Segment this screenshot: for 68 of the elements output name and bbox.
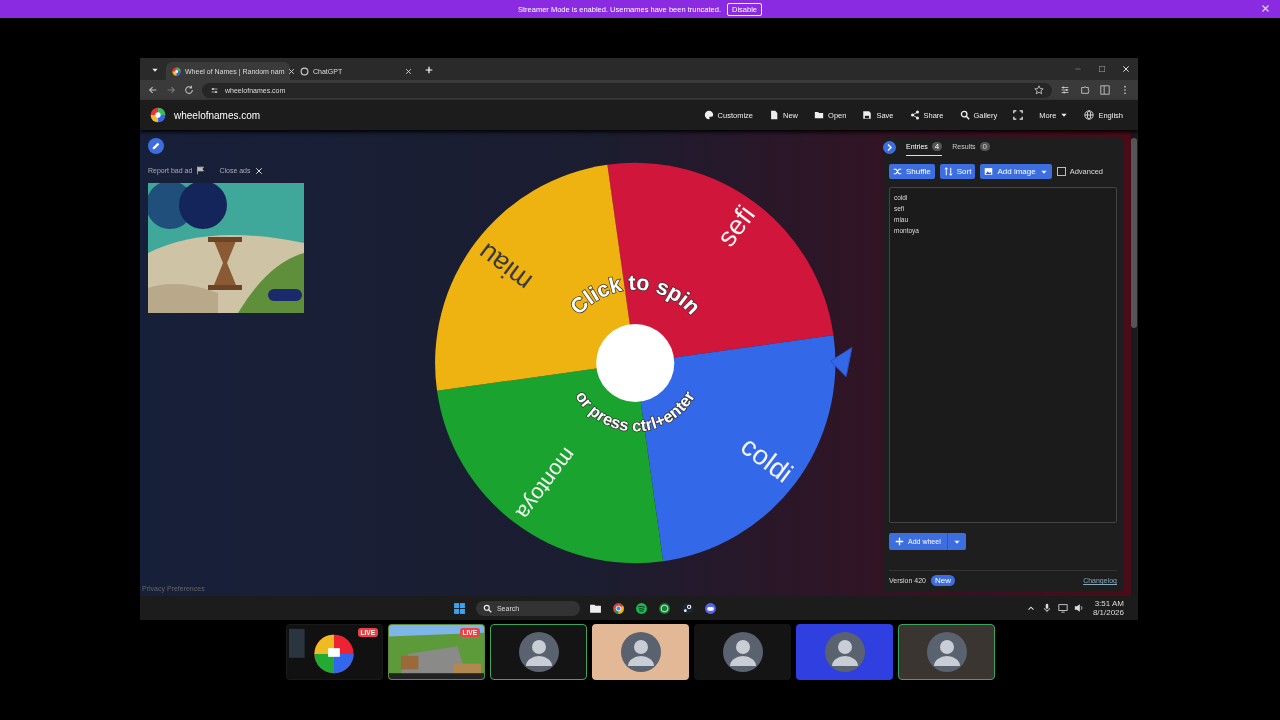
spin-prompt[interactable]: Click to spin [565, 270, 705, 320]
avatar-icon [620, 632, 661, 672]
restore-icon [1098, 65, 1106, 73]
share-icon [909, 110, 920, 120]
segment-label: coldi [735, 430, 799, 489]
palette-icon [703, 110, 714, 120]
search-icon [482, 603, 492, 613]
flag-icon [196, 166, 206, 175]
close-icon [1122, 65, 1130, 73]
plus-icon [895, 537, 904, 546]
participant-tile[interactable] [796, 624, 893, 680]
close-button[interactable] [1261, 4, 1270, 13]
minimize-icon [1074, 65, 1082, 73]
site-icon [210, 85, 219, 95]
back-icon [148, 85, 158, 95]
caret-icon [151, 66, 159, 74]
reload-icon [184, 85, 194, 95]
globe-icon [1084, 110, 1095, 120]
chevron-right-icon [885, 142, 894, 152]
edit-button[interactable] [148, 138, 164, 154]
scrollbar[interactable] [1131, 130, 1137, 596]
toolbar-button[interactable]: Shuffle [889, 164, 935, 179]
segment-label: sefi [710, 199, 761, 253]
pencil-icon [151, 141, 161, 151]
close-icon [1261, 4, 1270, 13]
new-badge: New [931, 575, 955, 586]
toolbar-button[interactable]: Add image [980, 164, 1052, 179]
microphone-icon [1041, 603, 1052, 613]
close-icon [254, 166, 263, 175]
avatar-icon [722, 632, 763, 672]
collapse-button[interactable] [883, 140, 896, 154]
participant-tile[interactable] [694, 624, 791, 680]
sort-icon [943, 167, 953, 176]
search-icon [959, 110, 970, 120]
close-icon [288, 67, 296, 75]
clock-date: 8/1/2026 [1092, 608, 1124, 617]
folder-icon [814, 110, 825, 120]
pointer-icon [830, 346, 853, 378]
openai-icon [300, 66, 309, 76]
caret-icon [1060, 111, 1069, 119]
star-icon [1034, 85, 1044, 95]
sidebar-icon [1100, 85, 1110, 95]
tune-icon [1060, 85, 1070, 95]
image-icon [984, 167, 994, 176]
fullscreen-icon [1013, 110, 1024, 120]
forward-icon [166, 85, 176, 95]
participant-tile[interactable] [592, 624, 689, 680]
spinning-wheel[interactable] [435, 162, 836, 564]
shuffle-icon [893, 167, 902, 176]
toolbar-button[interactable]: Sort [939, 164, 976, 179]
puzzle-icon [1080, 85, 1090, 95]
windows-icon [453, 601, 467, 615]
speaker-icon [1073, 603, 1084, 613]
segment-label: miau [471, 237, 538, 298]
avatar-icon [824, 632, 865, 672]
logo-icon [172, 66, 181, 76]
monitor-icon [1057, 603, 1068, 613]
document-icon [769, 110, 780, 120]
plus-icon [425, 66, 433, 74]
start-button[interactable] [452, 601, 467, 615]
site-title[interactable]: wheelofnames.com [174, 109, 261, 121]
avatar-icon [518, 632, 559, 672]
participant-tile[interactable] [490, 624, 587, 680]
logo-icon [150, 107, 166, 123]
participant-tile[interactable] [898, 624, 995, 680]
avatar-icon [926, 632, 967, 672]
close-icon [405, 67, 412, 75]
clock-time: 3:51 AM [1094, 599, 1124, 608]
